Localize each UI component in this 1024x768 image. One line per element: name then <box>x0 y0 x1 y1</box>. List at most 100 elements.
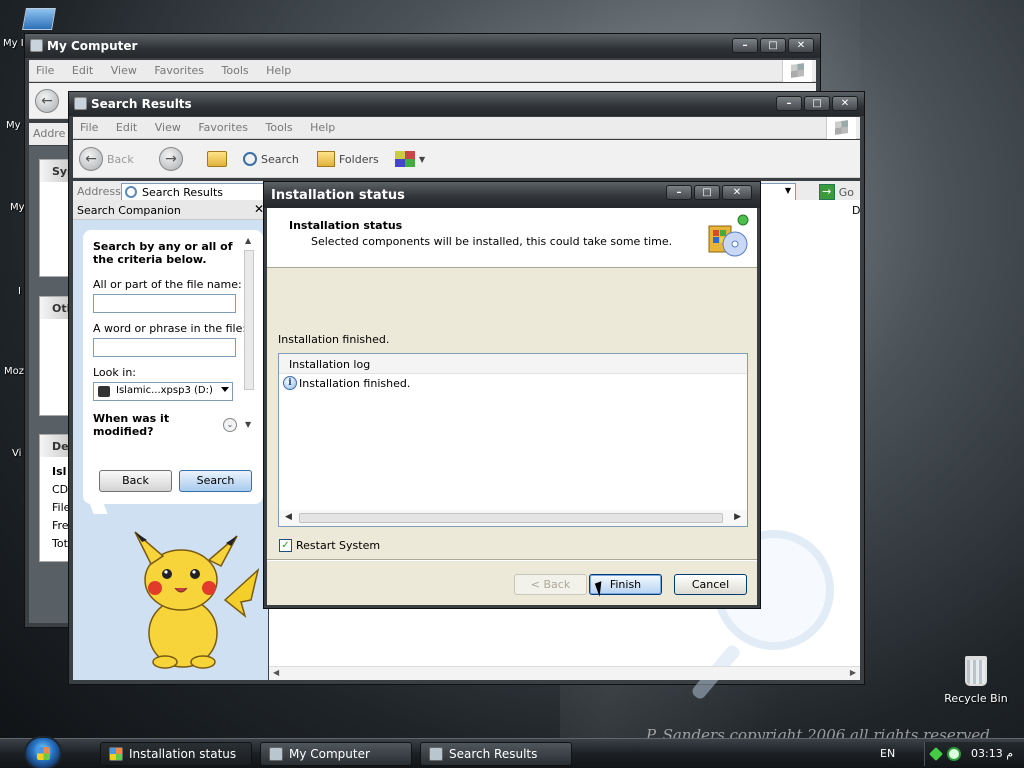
up-folder-button[interactable] <box>207 146 227 172</box>
menu-tools[interactable]: Tools <box>259 117 300 134</box>
installation-log-header[interactable]: Installation log <box>279 354 747 374</box>
phrase-label: A word or phrase in the file: <box>93 322 247 335</box>
network-icon[interactable] <box>929 747 943 761</box>
scroll-down-icon[interactable]: ▼ <box>245 420 251 429</box>
back-button[interactable]: Back <box>99 470 172 492</box>
magnifier-icon <box>243 152 257 166</box>
restart-checkbox[interactable]: ✓ <box>279 539 292 552</box>
security-shield-icon[interactable] <box>947 747 961 761</box>
modified-label[interactable]: When was it modified? <box>93 412 183 438</box>
views-button[interactable]: ▼ <box>395 146 425 172</box>
search-results-icon <box>429 747 443 761</box>
menu-favorites[interactable]: Favorites <box>147 60 211 77</box>
back-arrow-icon[interactable]: ← <box>35 89 59 113</box>
restart-system-option[interactable]: ✓ Restart System <box>279 539 380 552</box>
log-hscrollbar[interactable]: ◀ ▶ <box>279 510 747 526</box>
results-hscrollbar[interactable]: ◀ ▶ <box>269 666 860 680</box>
address-label: Addre <box>33 127 66 140</box>
search-results-titlebar[interactable]: Search Results – □ ✕ <box>69 92 864 116</box>
companion-scrollbar[interactable]: ▲ ▼ <box>243 236 255 432</box>
desktop-icon-label-5[interactable]: Moz <box>4 366 24 377</box>
search-button[interactable]: Search <box>179 470 252 492</box>
scroll-thumb[interactable] <box>244 250 254 390</box>
taskbar-item-installation-status[interactable]: Installation status <box>100 742 252 766</box>
close-button[interactable]: ✕ <box>832 96 858 111</box>
installation-status-text: Installation finished. <box>278 333 390 346</box>
search-folder-icon <box>125 186 137 198</box>
folders-label: Folders <box>339 152 379 166</box>
menu-file[interactable]: File <box>29 60 61 77</box>
menu-view[interactable]: View <box>148 117 188 134</box>
desktop-icon-label-4[interactable]: I <box>18 286 21 297</box>
close-button[interactable]: ✕ <box>722 185 752 200</box>
menu-favorites[interactable]: Favorites <box>191 117 255 134</box>
desktop-icon-label-2[interactable]: My <box>6 120 21 131</box>
back-button[interactable]: < Back <box>514 574 587 595</box>
lookin-value: Islamic...xpsp3 (D:) <box>116 385 213 396</box>
my-computer-title: My Computer <box>47 39 138 53</box>
search-results-title: Search Results <box>91 97 192 111</box>
clock[interactable]: 03:13 م <box>971 747 1013 760</box>
desktop-icon-label-6[interactable]: Vi <box>12 448 21 459</box>
dialog-title: Installation status <box>271 188 405 203</box>
menu-file[interactable]: File <box>73 117 105 134</box>
go-button[interactable]: → Go <box>818 184 854 200</box>
back-button[interactable]: ← Back <box>79 146 134 172</box>
folders-button[interactable]: Folders <box>317 146 379 172</box>
minimize-button[interactable]: – <box>776 96 802 111</box>
taskbar-item-my-computer[interactable]: My Computer <box>260 742 412 766</box>
restart-label[interactable]: Restart System <box>296 539 380 552</box>
dialog-body: Installation status Selected components … <box>267 208 757 605</box>
setup-package-icon <box>708 214 749 257</box>
menu-edit[interactable]: Edit <box>109 117 144 134</box>
search-companion-header: Search Companion ✕ <box>73 200 268 220</box>
filename-input[interactable] <box>93 294 236 313</box>
maximize-button[interactable]: □ <box>804 96 830 111</box>
scroll-left-icon[interactable]: ◀ <box>273 668 279 677</box>
my-computer-titlebar[interactable]: My Computer – □ ✕ <box>25 34 820 58</box>
cancel-button[interactable]: Cancel <box>674 574 747 595</box>
menu-edit[interactable]: Edit <box>65 60 100 77</box>
close-button[interactable]: ✕ <box>788 38 814 53</box>
start-button[interactable] <box>24 736 62 768</box>
maximize-button[interactable]: □ <box>760 38 786 53</box>
back-arrow-icon: ← <box>79 147 103 171</box>
scroll-up-icon[interactable]: ▲ <box>245 236 251 245</box>
system-tray: 03:13 م <box>924 742 1024 766</box>
expand-chevron-icon[interactable]: ⌄ <box>223 418 237 432</box>
menu-view[interactable]: View <box>104 60 144 77</box>
windows-logo-icon <box>826 117 856 139</box>
menu-help[interactable]: Help <box>303 117 342 134</box>
taskbar-item-label: My Computer <box>289 747 370 761</box>
lookin-select[interactable]: Islamic...xpsp3 (D:) <box>93 382 233 401</box>
scroll-left-icon[interactable]: ◀ <box>285 512 292 522</box>
taskbar-item-search-results[interactable]: Search Results <box>420 742 572 766</box>
back-label: Back <box>107 152 134 166</box>
phrase-input[interactable] <box>93 338 236 357</box>
desktop-icon-label-3[interactable]: My <box>10 202 25 213</box>
search-companion-title: Search Companion <box>77 204 181 217</box>
recycle-bin[interactable]: Recycle Bin <box>944 656 1008 705</box>
address-dropdown-icon[interactable]: ▼ <box>785 186 791 195</box>
dialog-titlebar[interactable]: Installation status – □ ✕ <box>264 182 760 208</box>
menu-help[interactable]: Help <box>259 60 298 77</box>
maximize-button[interactable]: □ <box>694 185 720 200</box>
desktop-icon-label-1[interactable]: My I <box>3 38 24 49</box>
search-assistant-character[interactable] <box>133 530 263 670</box>
scroll-right-icon[interactable]: ▶ <box>734 512 741 522</box>
log-entry: i Installation finished. <box>283 376 410 390</box>
log-scroll-thumb[interactable] <box>299 513 723 523</box>
desktop-icon-my-documents[interactable] <box>22 8 56 30</box>
search-results-toolbar: ← Back → Search Folders ▼ <box>73 140 860 178</box>
column-header[interactable]: D <box>852 204 860 217</box>
scroll-right-icon[interactable]: ▶ <box>850 668 856 677</box>
language-indicator[interactable]: EN <box>880 747 895 760</box>
minimize-button[interactable]: – <box>666 185 692 200</box>
search-label: Search <box>261 152 299 166</box>
installation-status-dialog[interactable]: Installation status – □ ✕ Installation s… <box>263 181 761 609</box>
search-button[interactable]: Search <box>243 146 299 172</box>
installation-log[interactable]: Installation log i Installation finished… <box>278 353 748 527</box>
minimize-button[interactable]: – <box>732 38 758 53</box>
forward-button[interactable]: → <box>159 146 183 172</box>
menu-tools[interactable]: Tools <box>215 60 256 77</box>
